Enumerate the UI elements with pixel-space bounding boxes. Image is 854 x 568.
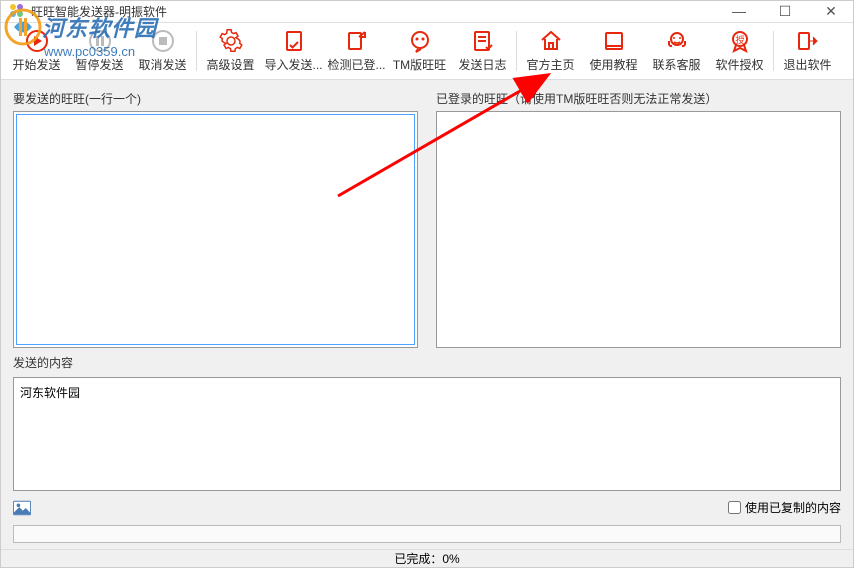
toolbar-separator [516,31,517,71]
toolbar-label: 检测已登... [327,56,385,73]
toolbar-label: 发送日志 [458,56,506,73]
send-to-input[interactable] [16,114,415,345]
gear-icon [218,28,244,54]
toolbar-label: 官方主页 [526,56,574,73]
app-window: 旺旺智能发送器-明振软件 — ☐ ✕ 开始发送 暂停发送 取消发送 [0,0,854,568]
pause-send-button[interactable]: 暂停发送 [68,23,131,79]
tm-wangwang-button[interactable]: TM版旺旺 [388,23,451,79]
window-title: 旺旺智能发送器-明振软件 [31,3,725,20]
status-text: 已完成：0% [394,550,459,567]
maximize-button[interactable]: ☐ [771,3,799,20]
cancel-send-button[interactable]: 取消发送 [131,23,194,79]
image-icon[interactable] [13,500,31,516]
customer-service-button[interactable]: 联系客服 [645,23,708,79]
content-label: 发送的内容 [13,354,841,371]
message-content-input[interactable]: 河东软件园 [13,377,841,491]
svg-text:授: 授 [735,34,744,45]
send-to-panel: 要发送的旺旺(一行一个) [13,90,418,348]
toolbar-label: 软件授权 [715,56,763,73]
send-to-label: 要发送的旺旺(一行一个) [13,90,418,107]
document-check-icon [281,28,307,54]
toolbar-label: 使用教程 [589,56,637,73]
app-icon [9,3,25,19]
logged-in-label: 已登录的旺旺（请使用TM版旺旺否则无法正常发送） [436,90,841,107]
authorize-button[interactable]: 授 软件授权 [708,23,771,79]
list-icon [470,28,496,54]
minimize-button[interactable]: — [725,3,753,20]
toolbar-label: 取消发送 [138,56,186,73]
window-controls: — ☐ ✕ [725,3,845,20]
export-icon [344,28,370,54]
checkbox-label: 使用已复制的内容 [745,499,841,516]
toolbar-label: 暂停发送 [75,56,123,73]
titlebar: 旺旺智能发送器-明振软件 — ☐ ✕ [1,1,853,23]
pause-icon [87,28,113,54]
exit-button[interactable]: 退出软件 [776,23,839,79]
send-to-box [13,111,418,348]
content-area: 要发送的旺旺(一行一个) 已登录的旺旺（请使用TM版旺旺否则无法正常发送） 发送… [1,80,853,549]
toolbar-label: 导入发送... [264,56,322,73]
toolbar-label: 退出软件 [783,56,831,73]
toolbar-separator [773,31,774,71]
toolbar-label: TM版旺旺 [393,56,446,73]
tutorial-button[interactable]: 使用教程 [582,23,645,79]
start-send-button[interactable]: 开始发送 [5,23,68,79]
logged-in-list[interactable] [436,111,841,348]
close-button[interactable]: ✕ [817,3,845,20]
bottom-row: 使用已复制的内容 [13,497,841,519]
book-icon [601,28,627,54]
play-icon [24,28,50,54]
send-log-button[interactable]: 发送日志 [451,23,514,79]
checkbox-input[interactable] [728,501,741,514]
advanced-settings-button[interactable]: 高级设置 [199,23,262,79]
stop-icon [150,28,176,54]
home-icon [538,28,564,54]
headset-icon [664,28,690,54]
exit-icon [795,28,821,54]
progress-bar [13,525,841,543]
toolbar-label: 开始发送 [12,56,60,73]
use-copied-content-checkbox[interactable]: 使用已复制的内容 [728,499,841,516]
badge-icon: 授 [727,28,753,54]
toolbar-separator [196,31,197,71]
official-home-button[interactable]: 官方主页 [519,23,582,79]
toolbar: 开始发送 暂停发送 取消发送 高级设置 导入发送... [1,23,853,80]
check-login-button[interactable]: 检测已登... [325,23,388,79]
toolbar-label: 联系客服 [652,56,700,73]
import-send-button[interactable]: 导入发送... [262,23,325,79]
chat-bubble-icon [407,28,433,54]
toolbar-label: 高级设置 [206,56,254,73]
statusbar: 已完成：0% [1,549,853,567]
top-panels: 要发送的旺旺(一行一个) 已登录的旺旺（请使用TM版旺旺否则无法正常发送） [13,90,841,348]
logged-in-panel: 已登录的旺旺（请使用TM版旺旺否则无法正常发送） [436,90,841,348]
